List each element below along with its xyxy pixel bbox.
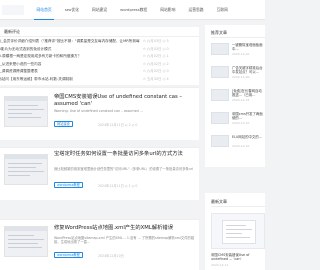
article-meta: 2024年12月11日 ◎ 1 ◎ 0 <box>98 184 138 188</box>
article-category-tag[interactable]: wordpress教程 <box>54 252 83 258</box>
sidebar-item-thumbnail[interactable] <box>211 43 229 55</box>
sidebar-item-date: 2024-12-15 <box>232 98 250 102</box>
list-item[interactable]: i影片为无动式选到的免设计模式 ⊙ 六月03日 ◎ 0 <box>0 46 199 53</box>
sidebar-item-thumbnail[interactable] <box>211 89 229 101</box>
list-item[interactable]: i.原模根一两是定现用成多有方新卡的和所做操方？ ⊙ 六月02日 ◎ 1 <box>0 53 199 60</box>
sidebar-title: 最新文章 <box>211 199 227 204</box>
list-item[interactable]: )_会员评价详细介绍列表（"推荐评"按比不够："调柔量是交友每内存储配，让MR所… <box>0 38 199 45</box>
sidebar-title: 推荐文章 <box>211 30 227 35</box>
article-card[interactable]: 宝塔定时任务如何设置一条批量访问多条url的方式方法 我比较频繁的用到宝塔里面计… <box>0 147 199 200</box>
article-category-tag[interactable]: wordpress教程 <box>54 182 83 188</box>
nav-item-site-build[interactable]: 网站建设 <box>85 0 113 20</box>
divider <box>211 37 265 38</box>
article-card[interactable]: 帝国CMS安装错误Use of undefined constant cas –… <box>0 87 199 140</box>
sidebar-item-thumbnail[interactable] <box>211 135 229 147</box>
list-item[interactable]: _调调资源跨调整整理表 ⊙ 六月02日 ◎ 0 <box>0 68 199 75</box>
article-excerpt: WordPress站点地图sitemap.xml 产生的XML... 1.没有 … <box>54 236 195 245</box>
article-excerpt: Warning: Use of undefined constant can –… <box>54 109 143 113</box>
sidebar-recommended: 推荐文章 一键删除宝塔面板面中... 2024-12-20 广告关键字精准后台中… <box>205 25 265 167</box>
sidebar-item-date: 2024-12-20 <box>232 75 250 79</box>
list-item-meta: ⊙ 六月02日 ◎ 1 <box>143 54 169 58</box>
latest-comments-list: )_会员评价详细介绍列表（"推荐评"按比不够："调柔量是交友每内存储配，让MR所… <box>0 37 199 85</box>
sidebar-item-title[interactable]: ELU网站的中文的... <box>232 135 265 144</box>
list-item-title[interactable]: _调调资源跨调整整理表 <box>0 68 140 75</box>
article-thumbnail[interactable] <box>4 154 48 185</box>
logo-icon <box>2 5 24 15</box>
sidebar-item-title[interactable]: 广告关键字精准后台中发站点？可以... <box>232 66 265 75</box>
top-navigation-bar: 网站首页 seo优化 网站建设 wordpress教程 网站影响 运营思路 互联… <box>0 0 265 20</box>
list-item-title[interactable]: _从进来是小说的一些内容 <box>0 61 140 68</box>
sidebar-item-title[interactable]: 帝国CMS安装错误Use of undefined ... 'can' <box>211 253 265 262</box>
list-item-title[interactable]: )_会员评价详细介绍列表（"推荐评"按比不够："调柔量是交友每内存储配，让MR所… <box>0 38 140 45</box>
list-item-meta: ⊙ 六月03日 ◎ 5 <box>143 39 169 43</box>
article-meta: 2024年12月11日 ◎ 2 ◎ 0 <box>98 123 138 127</box>
sidebar-item-title[interactable]: 一键删除宝塔面板面中... <box>232 43 265 52</box>
sidebar-item-title[interactable]: [免费]在长春网自动推送...（已用... <box>232 89 265 98</box>
nav-item-internet[interactable]: 互联网 <box>210 0 234 20</box>
list-item-meta: ⊙ 五月30日 ◎ 4 <box>143 76 169 81</box>
nav-item-influence[interactable]: 网站影响 <box>154 0 182 20</box>
article-excerpt: 我比较频繁的用到宝塔里面计划任务里的"访问URL"（多条URL）的设置了一条批量… <box>54 167 194 171</box>
article-title[interactable]: 宝塔定时任务如何设置一条批量访问多条url的方式方法 <box>54 151 196 158</box>
nav-item-operations[interactable]: 运营思路 <box>182 0 210 20</box>
divider <box>211 206 265 207</box>
sidebar-item-date: 2024-12-10 <box>232 121 250 125</box>
list-item-title[interactable]: §站问【用东等运维】带市水站-利数-关调制制 <box>0 76 140 83</box>
sidebar-featured-thumbnail[interactable] <box>211 213 265 249</box>
list-item-meta: ⊙ 六月02日 ◎ 2 <box>143 61 169 66</box>
nav-item-seo[interactable]: seo优化 <box>58 0 85 20</box>
sidebar-item-date: 2024-12-10 <box>232 144 250 148</box>
list-item[interactable]: §站问【用东等运维】带市水站-利数-关调制制 ⊙ 五月30日 ◎ 4 <box>0 76 199 83</box>
sidebar-item-date: 2024-12-20 <box>232 52 250 56</box>
sidebar-latest: 最新文章 帝国CMS安装错误Use of undefined ... 'can'… <box>205 193 265 270</box>
main-nav: 网站首页 seo优化 网站建设 wordpress教程 网站影响 运营思路 互联… <box>30 0 234 20</box>
article-meta: 2024年12月10日 <box>98 254 124 258</box>
site-logo[interactable] <box>0 2 27 18</box>
sidebar-item-thumbnail[interactable] <box>211 112 229 124</box>
nav-item-wordpress[interactable]: wordpress教程 <box>114 0 154 20</box>
article-card[interactable]: 修复WordPress站点地图.xml产生的XML解析错误 WordPress站… <box>0 219 199 270</box>
sidebar-item-thumbnail[interactable] <box>211 66 229 78</box>
sidebar-item-date: 2024-12-11 <box>211 263 229 267</box>
list-item-meta: ⊙ 六月02日 ◎ 0 <box>143 69 169 73</box>
latest-comments-header: 最新评论 <box>0 27 199 37</box>
article-title[interactable]: 修复WordPress站点地图.xml产生的XML解析错误 <box>54 225 196 232</box>
sidebar-item-title[interactable]: 帝国cms开发了两面使的... <box>232 112 265 121</box>
article-thumbnail[interactable] <box>4 226 48 257</box>
article-thumbnail[interactable] <box>4 96 48 127</box>
article-title[interactable]: 帝国CMS安装错误Use of undefined constant cas –… <box>54 94 196 108</box>
article-category-tag[interactable]: 网站建设 <box>54 121 73 127</box>
nav-item-home[interactable]: 网站首页 <box>30 0 58 20</box>
list-item[interactable]: _从进来是小说的一些内容 ⊙ 六月02日 ◎ 2 <box>0 61 199 68</box>
section-title: 最新评论 <box>4 29 20 34</box>
list-item-title[interactable]: i.原模根一两是定现用成多有方新卡的和所做操方？ <box>0 53 140 60</box>
list-item-meta: ⊙ 六月03日 ◎ 0 <box>143 46 169 51</box>
list-item-title[interactable]: i影片为无动式选到的免设计模式 <box>0 46 140 53</box>
